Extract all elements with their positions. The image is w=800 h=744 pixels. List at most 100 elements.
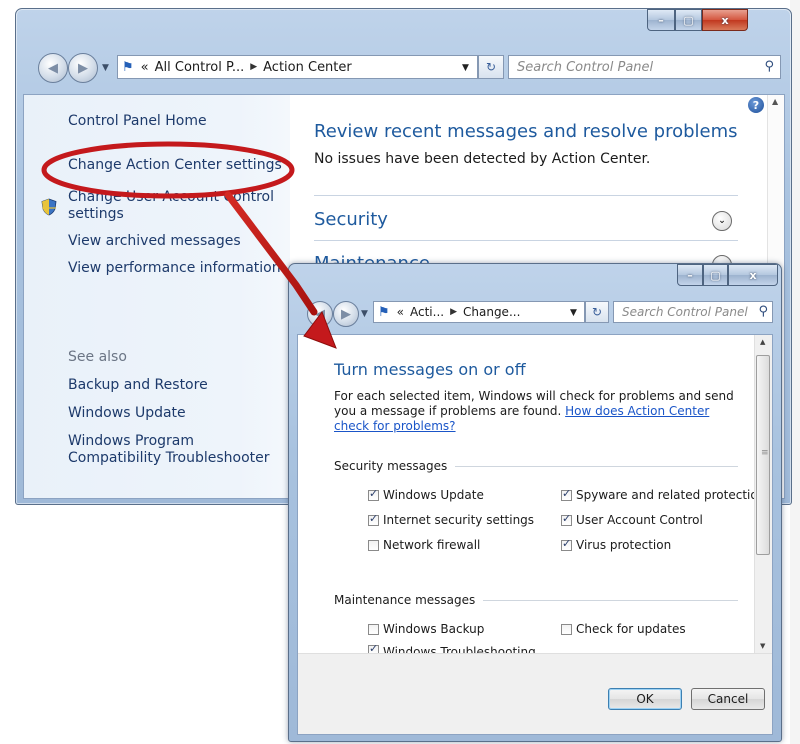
checkbox-box[interactable] — [368, 539, 379, 551]
forward-button[interactable]: ▶ — [333, 301, 359, 327]
checkbox-check-for-updates[interactable]: Check for updates — [561, 622, 686, 636]
forward-arrow-icon: ▶ — [78, 60, 88, 76]
checkbox-user-account-control[interactable]: User Account Control — [561, 512, 703, 527]
minimize-icon: – — [658, 13, 664, 27]
refresh-button[interactable]: ↻ — [585, 301, 609, 323]
change-settings-window: – ▢ x ◀ ▶ ▼ ⚑ « Acti... ▶ Change... ▼ ↻ … — [288, 263, 782, 742]
refresh-icon: ↻ — [591, 305, 603, 319]
breadcrumb-action-center[interactable]: Acti... — [410, 305, 444, 319]
maximize-button[interactable]: ▢ — [675, 9, 702, 31]
search-icon[interactable]: ⚲ — [764, 59, 774, 74]
change-uac-line2: settings — [68, 206, 124, 222]
checkbox-internet-security[interactable]: Internet security settings — [368, 512, 535, 527]
help-button[interactable]: ? — [748, 97, 764, 113]
cancel-button[interactable]: Cancel — [691, 688, 765, 710]
breadcrumb-separator-icon: ▶ — [250, 62, 258, 72]
compatibility-troubleshooter-link[interactable]: Windows Program Compatibility Troublesho… — [68, 433, 270, 467]
refresh-icon: ↻ — [485, 60, 497, 74]
close-button[interactable]: x — [728, 264, 778, 286]
change-uac-settings-link[interactable]: Change User Account Control settings — [68, 189, 274, 223]
checkbox-windows-backup[interactable]: Windows Backup — [368, 622, 484, 636]
dialog-footer: OK Cancel — [298, 653, 772, 734]
group-rule — [483, 599, 738, 601]
recent-pages-dropdown[interactable]: ▼ — [361, 309, 368, 319]
search-input[interactable]: Search Control Panel ⚲ — [508, 55, 781, 79]
forward-button[interactable]: ▶ — [68, 53, 98, 83]
checkbox-box[interactable] — [368, 487, 379, 501]
scrollbar-thumb[interactable]: ≡ — [756, 355, 770, 555]
change-action-center-settings-link[interactable]: Change Action Center settings — [68, 157, 282, 174]
checkbox-windows-update[interactable]: Windows Update — [368, 487, 484, 502]
security-messages-heading: Security messages — [334, 459, 448, 473]
checkbox-virus-protection[interactable]: Virus protection — [561, 537, 672, 552]
uac-shield-icon — [41, 198, 57, 216]
checkbox-network-firewall[interactable]: Network firewall — [368, 538, 480, 552]
minimize-button[interactable]: – — [677, 264, 703, 286]
search-placeholder: Search Control Panel — [517, 59, 654, 75]
vertical-scrollbar[interactable]: ▲ ≡ ▼ — [754, 335, 772, 653]
address-bar[interactable]: ⚑ « All Control P... ▶ Action Center ▼ — [117, 55, 478, 79]
breadcrumb-change-settings[interactable]: Change... — [463, 305, 520, 319]
breadcrumb-overflow[interactable]: « — [141, 60, 149, 75]
ok-button[interactable]: OK — [608, 688, 682, 710]
maintenance-messages-heading: Maintenance messages — [334, 593, 476, 607]
breadcrumb-separator-icon: ▶ — [450, 307, 457, 317]
minimize-button[interactable]: – — [647, 9, 675, 31]
checkbox-box[interactable] — [368, 512, 379, 526]
left-navigation-pane: Control Panel Home Change Action Center … — [24, 95, 290, 498]
address-bar[interactable]: ⚑ « Acti... ▶ Change... ▼ — [373, 301, 585, 323]
control-panel-home-link[interactable]: Control Panel Home — [68, 113, 207, 130]
scroll-down-icon[interactable]: ▼ — [760, 642, 765, 650]
title-bar[interactable]: – ▢ x — [16, 9, 791, 45]
scroll-up-icon[interactable]: ▲ — [760, 338, 765, 346]
maximize-button[interactable]: ▢ — [703, 264, 728, 286]
close-button[interactable]: x — [702, 9, 748, 31]
checkbox-label: Spyware and related protection — [576, 488, 766, 502]
address-dropdown-icon[interactable]: ▼ — [570, 308, 577, 318]
refresh-button[interactable]: ↻ — [478, 55, 504, 79]
back-arrow-icon: ◀ — [315, 306, 325, 322]
checkbox-label: Windows Update — [383, 488, 484, 502]
security-section-header[interactable]: Security — [314, 209, 388, 230]
checkbox-box[interactable] — [368, 623, 379, 635]
maintenance-messages-group: Maintenance messages — [334, 593, 738, 607]
window-content: Turn messages on or off For each selecte… — [297, 334, 773, 735]
compat-line2: Compatibility Troubleshooter — [68, 450, 270, 466]
checkbox-label: Windows Backup — [383, 622, 485, 636]
view-archived-messages-link[interactable]: View archived messages — [68, 233, 241, 250]
compat-line1: Windows Program — [68, 433, 195, 449]
back-button[interactable]: ◀ — [38, 53, 68, 83]
page-title: Review recent messages and resolve probl… — [314, 121, 738, 142]
search-input[interactable]: Search Control Panel ⚲ — [613, 301, 773, 323]
page-description: For each selected item, Windows will che… — [334, 389, 734, 434]
view-performance-information-link[interactable]: View performance information — [68, 260, 281, 277]
search-icon[interactable]: ⚲ — [758, 304, 768, 319]
checkbox-box[interactable] — [561, 487, 572, 501]
checkbox-box[interactable] — [561, 537, 572, 551]
breadcrumb-action-center[interactable]: Action Center — [263, 60, 352, 75]
search-placeholder: Search Control Panel — [622, 305, 748, 319]
maximize-icon: ▢ — [710, 268, 721, 282]
checkbox-label: Virus protection — [576, 538, 672, 552]
checkbox-label: Network firewall — [383, 538, 481, 552]
navigation-bar: ◀ ▶ ▼ ⚑ « Acti... ▶ Change... ▼ ↻ Search… — [289, 298, 781, 334]
checkbox-box[interactable] — [561, 512, 572, 526]
checkbox-box[interactable] — [561, 623, 572, 635]
expand-security-button[interactable]: ⌄ — [712, 211, 732, 231]
checkbox-spyware-protection[interactable]: Spyware and related protection — [561, 487, 766, 502]
forward-arrow-icon: ▶ — [341, 306, 351, 322]
backup-and-restore-link[interactable]: Backup and Restore — [68, 377, 208, 394]
breadcrumb-overflow[interactable]: « — [397, 305, 404, 319]
page-title: Turn messages on or off — [334, 360, 526, 379]
grip-icon: ≡ — [761, 448, 769, 458]
breadcrumb-all-control-panel[interactable]: All Control P... — [155, 60, 245, 75]
back-button[interactable]: ◀ — [307, 301, 333, 327]
windows-update-link[interactable]: Windows Update — [68, 405, 186, 422]
recent-pages-dropdown[interactable]: ▼ — [102, 63, 109, 73]
scroll-up-icon[interactable]: ▲ — [772, 97, 778, 106]
chevron-down-icon: ⌄ — [718, 216, 726, 226]
divider — [314, 195, 738, 196]
checkbox-label: Internet security settings — [383, 513, 535, 527]
checkbox-label: User Account Control — [576, 513, 703, 527]
address-dropdown-icon[interactable]: ▼ — [462, 63, 469, 73]
